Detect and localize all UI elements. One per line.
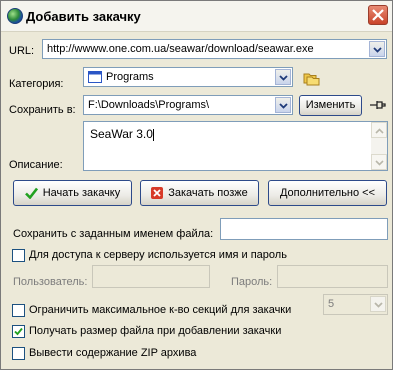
sections-count-dropdown-button[interactable] <box>370 296 386 312</box>
scroll-up-button[interactable] <box>371 122 387 138</box>
description-scrollbar[interactable] <box>371 122 387 170</box>
start-download-label: Начать закачку <box>42 187 121 199</box>
x-icon <box>151 187 164 200</box>
description-textarea[interactable]: SeaWar 3.0 <box>83 121 388 171</box>
window-icon <box>88 71 102 83</box>
description-label: Описание: <box>9 159 63 171</box>
get-size-checkbox[interactable] <box>12 325 25 338</box>
save-as-input[interactable] <box>220 218 388 240</box>
password-input[interactable] <box>277 265 388 288</box>
url-dropdown-button[interactable] <box>369 41 385 57</box>
auth-checkbox-label[interactable]: Для доступа к серверу используется имя и… <box>29 249 287 261</box>
category-label: Категория: <box>9 78 64 90</box>
save-to-label: Сохранить в: <box>9 104 76 116</box>
category-value: Programs <box>106 71 154 83</box>
window-title: Добавить закачку <box>26 9 141 24</box>
password-label: Пароль: <box>231 276 273 288</box>
save-to-combobox[interactable]: F:\Downloads\Programs\ <box>83 95 293 115</box>
close-icon <box>372 9 384 21</box>
show-zip-checkbox[interactable] <box>12 347 25 360</box>
show-zip-label[interactable]: Вывести содержание ZIP архива <box>29 347 196 359</box>
chevron-down-icon <box>374 302 383 308</box>
change-folder-button[interactable]: Изменить <box>299 95 362 116</box>
chevron-down-icon <box>375 160 384 166</box>
scroll-down-button[interactable] <box>371 154 387 170</box>
category-dropdown-button[interactable] <box>275 69 291 85</box>
folders-icon[interactable] <box>303 70 321 86</box>
download-later-button[interactable]: Закачать позже <box>140 180 259 206</box>
start-download-button[interactable]: Начать закачку <box>13 180 132 206</box>
chevron-down-icon <box>279 103 288 109</box>
get-size-label[interactable]: Получать размер файла при добавлении зак… <box>29 325 281 337</box>
url-value: http://wwww.one.com.ua/seawar/download/s… <box>47 43 314 55</box>
description-value: SeaWar 3.0 <box>90 127 153 141</box>
limit-sections-checkbox[interactable] <box>12 304 25 317</box>
text-caret <box>152 128 154 141</box>
limit-sections-label[interactable]: Ограничить максимальное к-во секций для … <box>29 304 291 316</box>
save-to-value: F:\Downloads\Programs\ <box>88 99 210 111</box>
save-to-dropdown-button[interactable] <box>275 97 291 113</box>
add-download-dialog: Добавить закачку URL: http://wwww.one.co… <box>0 0 393 370</box>
save-as-label: Сохранить с заданным именем файла: <box>13 228 214 240</box>
download-later-label: Закачать позже <box>168 187 248 199</box>
sections-count-value: 5 <box>328 298 335 310</box>
url-combobox[interactable]: http://wwww.one.com.ua/seawar/download/s… <box>42 39 387 59</box>
description-text: SeaWar 3.0 <box>90 127 154 141</box>
auth-checkbox[interactable] <box>12 249 25 262</box>
advanced-button[interactable]: Дополнительно << <box>268 180 387 206</box>
close-button[interactable] <box>368 5 388 25</box>
user-label: Пользователь: <box>13 276 88 288</box>
checkmark-icon <box>14 327 23 336</box>
chevron-down-icon <box>279 75 288 81</box>
checkmark-icon <box>24 187 38 200</box>
pin-icon[interactable] <box>370 100 386 110</box>
url-label: URL: <box>9 45 35 57</box>
sections-count-combobox[interactable]: 5 <box>323 294 388 315</box>
category-combobox[interactable]: Programs <box>83 67 293 87</box>
globe-icon <box>7 8 23 24</box>
user-input[interactable] <box>92 265 210 288</box>
chevron-up-icon <box>375 128 384 134</box>
title-bar[interactable]: Добавить закачку <box>1 1 392 32</box>
chevron-down-icon <box>373 47 382 53</box>
